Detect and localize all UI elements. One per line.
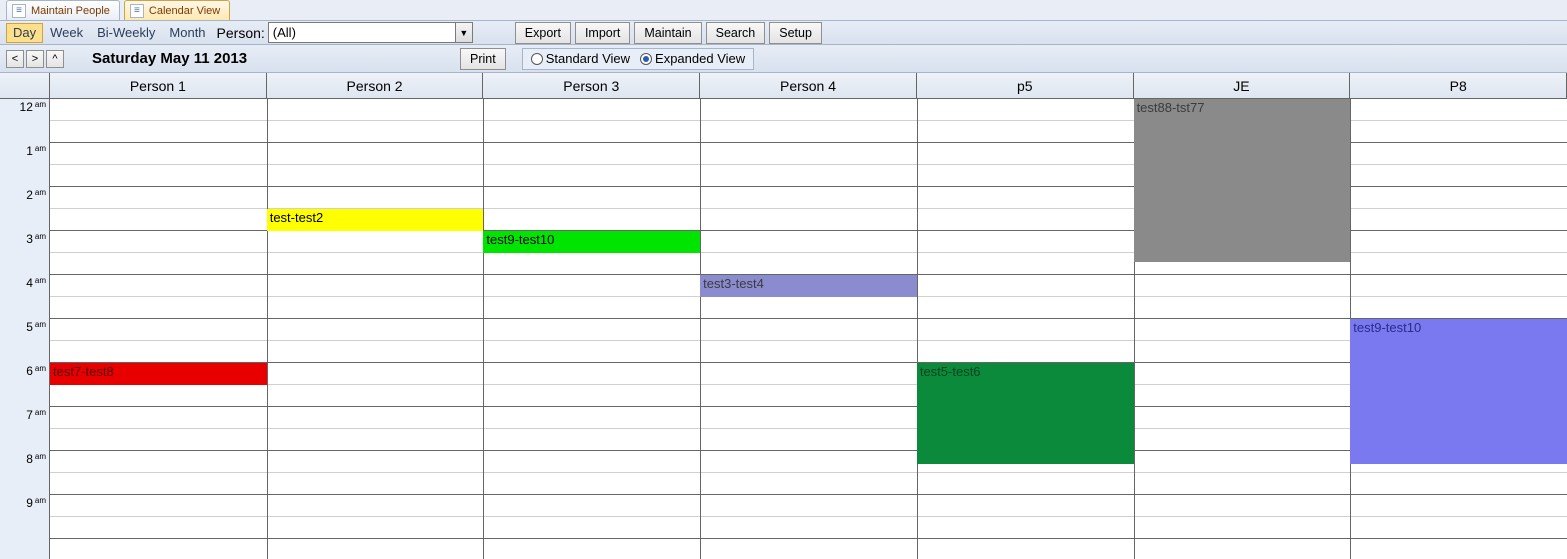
time-column: 12am 1am 2am 3am 4am 5am 6am 7am 8am 9am (0, 99, 50, 559)
calendar-event[interactable]: test5-test6 (917, 363, 1134, 464)
view-week-button[interactable]: Week (43, 23, 90, 43)
form-icon: ≡ (130, 4, 144, 18)
import-button[interactable]: Import (575, 22, 630, 44)
person-header[interactable]: Person 3 (483, 73, 700, 98)
radio-icon (531, 53, 543, 65)
time-column-header (0, 73, 50, 98)
person-header[interactable]: Person 2 (267, 73, 484, 98)
time-label: 9am (26, 496, 46, 510)
radio-icon (640, 53, 652, 65)
calendar-event[interactable]: test-test2 (267, 209, 484, 231)
view-month-button[interactable]: Month (162, 23, 212, 43)
tab-calendar-view[interactable]: ≡ Calendar View (124, 0, 230, 20)
person-label: Person: (217, 25, 265, 41)
up-button[interactable]: ^ (46, 50, 64, 68)
calendar-header: Person 1Person 2Person 3Person 4p5JEP8 (0, 73, 1567, 99)
person-header[interactable]: p5 (917, 73, 1134, 98)
radio-label: Standard View (546, 51, 630, 66)
calendar-event[interactable]: test9-test10 (483, 231, 700, 253)
time-label: 6am (26, 364, 46, 378)
view-day-button[interactable]: Day (6, 23, 43, 43)
calendar-event[interactable]: test3-test4 (700, 275, 917, 297)
person-header[interactable]: Person 4 (700, 73, 917, 98)
calendar-grid[interactable]: test-test2test9-test10test3-test4test7-t… (50, 99, 1567, 559)
time-label: 3am (26, 232, 46, 246)
action-buttons: Export Import Maintain Search Setup (515, 22, 822, 44)
time-label: 1am (26, 144, 46, 158)
nav-toolbar: < > ^ Saturday May 11 2013 Print Standar… (0, 45, 1567, 73)
time-label: 5am (26, 320, 46, 334)
calendar-body: 12am 1am 2am 3am 4am 5am 6am 7am 8am 9am test-tes… (0, 99, 1567, 559)
expanded-view-radio[interactable]: Expanded View (640, 51, 745, 66)
person-combo[interactable]: (All) ▼ (268, 22, 473, 43)
nav-buttons: < > ^ (6, 50, 64, 68)
view-biweekly-button[interactable]: Bi-Weekly (90, 23, 162, 43)
time-label: 2am (26, 188, 46, 202)
person-combo-value: (All) (269, 25, 455, 40)
calendar-event[interactable]: test9-test10 (1350, 319, 1567, 464)
person-header[interactable]: JE (1134, 73, 1351, 98)
person-header[interactable]: Person 1 (50, 73, 267, 98)
calendar-event[interactable]: test88-tst77 (1134, 99, 1351, 262)
print-button[interactable]: Print (460, 48, 506, 70)
export-button[interactable]: Export (515, 22, 571, 44)
setup-button[interactable]: Setup (769, 22, 822, 44)
current-date: Saturday May 11 2013 (92, 50, 247, 67)
time-label: 12am (20, 100, 46, 114)
document-tabs: ≡ Maintain People ≡ Calendar View (0, 0, 1567, 21)
radio-label: Expanded View (655, 51, 745, 66)
calendar: Person 1Person 2Person 3Person 4p5JEP8 1… (0, 73, 1567, 559)
tab-label: Maintain People (31, 5, 110, 17)
maintain-button[interactable]: Maintain (634, 22, 701, 44)
standard-view-radio[interactable]: Standard View (531, 51, 630, 66)
person-header[interactable]: P8 (1350, 73, 1567, 98)
form-icon: ≡ (12, 4, 26, 18)
time-label: 8am (26, 452, 46, 466)
time-label: 4am (26, 276, 46, 290)
view-mode-group: Standard View Expanded View (522, 48, 754, 70)
tab-label: Calendar View (149, 5, 220, 17)
search-button[interactable]: Search (706, 22, 766, 44)
chevron-down-icon[interactable]: ▼ (455, 23, 472, 42)
next-button[interactable]: > (26, 50, 44, 68)
tab-maintain-people[interactable]: ≡ Maintain People (6, 0, 120, 20)
time-label: 7am (26, 408, 46, 422)
view-toolbar: Day Week Bi-Weekly Month Person: (All) ▼… (0, 21, 1567, 45)
calendar-event[interactable]: test7-test8 (50, 363, 267, 385)
prev-button[interactable]: < (6, 50, 24, 68)
